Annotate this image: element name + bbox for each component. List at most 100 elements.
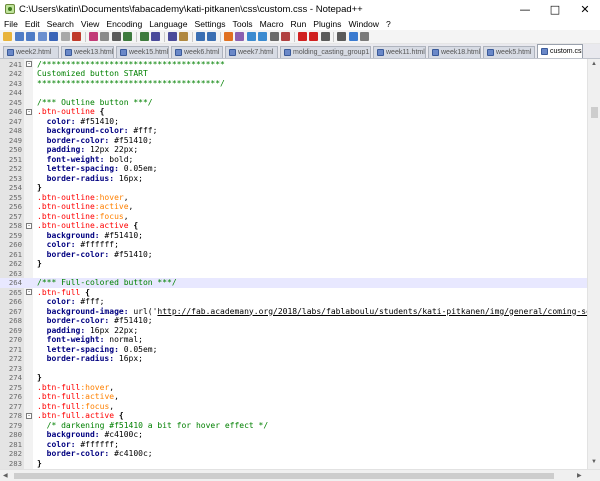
tab-week7-html[interactable]: week7.html [225,46,278,58]
code-line[interactable]: 256 .btn-outline:active, [0,202,587,212]
code-line[interactable]: 242 Customized button START [0,69,587,79]
code-line[interactable]: 265- .btn-full { [0,288,587,298]
code-line[interactable]: 258- .btn-outline.active { [0,221,587,231]
code-line[interactable]: 281 color: #ffffff; [0,440,587,450]
menu-settings[interactable]: Settings [191,19,229,29]
code-line[interactable]: 250 padding: 12px 22px; [0,145,587,155]
code-line[interactable]: 244 [0,88,587,98]
scroll-down-icon[interactable]: ▼ [591,459,597,465]
tab-week5-html[interactable]: week5.html [483,46,535,58]
code-line[interactable]: 245 /*** Outline button ***/ [0,98,587,108]
toolbar-button-icon[interactable] [223,32,233,41]
toolbar-button-icon[interactable] [14,32,24,41]
toolbar-button-icon[interactable] [100,32,109,41]
code-line[interactable]: 279 /* darkening #f51410 a bit for hover… [0,421,587,431]
toolbar-button-icon[interactable] [297,32,307,41]
fold-toggle-icon[interactable]: - [26,412,32,419]
toolbar-button-icon[interactable] [269,32,279,41]
code-line[interactable]: 261 border-color: #f51410; [0,250,587,260]
fold-toggle-icon[interactable]: - [26,222,32,229]
code-line[interactable]: 247 color: #f51410; [0,117,587,127]
code-line[interactable]: 277 .btn-full:focus, [0,402,587,412]
code-line[interactable]: 246- .btn-outline { [0,107,587,117]
code-line[interactable]: 278- .btn-full.active { [0,411,587,421]
fold-toggle-icon[interactable]: - [26,289,32,295]
toolbar-button-icon[interactable] [49,32,58,41]
toolbar-button-icon[interactable] [37,32,47,41]
code-line[interactable]: 267 background-image: url('http://fab.ac… [0,307,587,317]
code-line[interactable]: 280 background: #c4100c; [0,430,587,440]
menu-plugins[interactable]: Plugins [310,19,345,29]
toolbar-button-icon[interactable] [179,32,188,41]
code-line[interactable]: 249 border-color: #f51410; [0,136,587,146]
notepad-plus-plus-app-icon[interactable] [5,4,15,14]
toolbar-button-icon[interactable] [72,32,81,41]
menu-edit[interactable]: Edit [21,19,43,29]
scroll-up-icon[interactable]: ▲ [591,61,597,67]
toolbar-button-icon[interactable] [337,32,346,41]
fold-toggle-icon[interactable]: - [26,61,32,67]
vertical-scroll-thumb[interactable] [591,107,598,118]
horizontal-scroll-thumb[interactable] [14,473,554,479]
toolbar-button-icon[interactable] [281,32,290,41]
toolbar-button-icon[interactable] [88,32,98,41]
code-line[interactable]: 263 [0,269,587,279]
toolbar-button-icon[interactable] [60,32,70,41]
tab-week2-html[interactable]: week2.html [3,46,59,58]
minimize-button[interactable]: — [510,0,540,18]
toolbar-button-icon[interactable] [348,32,358,41]
code-line[interactable]: 268 border-color: #f51410; [0,316,587,326]
code-line[interactable]: 253 border-radius: 16px; [0,174,587,184]
toolbar-button-icon[interactable] [309,32,318,41]
menu-search[interactable]: Search [43,19,77,29]
code-line[interactable]: 254} [0,183,587,193]
code-line[interactable]: 255 .btn-outline:hover, [0,193,587,203]
tab-custom-css[interactable]: custom.css✖ [537,44,583,58]
code-line[interactable]: 276 .btn-full:active, [0,392,587,402]
menu-run[interactable]: Run [287,19,310,29]
menu-window[interactable]: Window [345,19,383,29]
code-line[interactable]: 283} [0,459,587,469]
code-line[interactable]: 248 background-color: #fff; [0,126,587,136]
toolbar-button-icon[interactable] [167,32,177,41]
menu-view[interactable]: View [77,19,102,29]
toolbar-button-icon[interactable] [246,32,256,41]
code-editor[interactable]: 241-/***********************************… [0,59,587,469]
maximize-button[interactable]: □ [540,0,570,18]
menu-macro[interactable]: Macro [256,19,287,29]
code-line[interactable]: 272 border-radius: 16px; [0,354,587,364]
code-line[interactable]: 241-/***********************************… [0,60,587,70]
code-line[interactable]: 264 /*** Full-colored button ***/ [0,278,587,288]
tab-week15-html[interactable]: week15.html [116,46,169,58]
toolbar-button-icon[interactable] [360,32,369,41]
code-line[interactable]: 282 border-color: #c4100c; [0,449,587,459]
menu-help[interactable]: ? [383,19,395,29]
toolbar-button-icon[interactable] [3,32,12,41]
tab-molding_casting_group1-html[interactable]: molding_casting_group1.html [280,46,371,58]
toolbar-button-icon[interactable] [123,32,132,41]
code-line[interactable]: 273 [0,364,587,374]
code-line[interactable]: 275 .btn-full:hover, [0,383,587,393]
code-line[interactable]: 274} [0,373,587,383]
scroll-right-icon[interactable]: ▶ [577,472,582,479]
toolbar-button-icon[interactable] [320,32,330,41]
close-button[interactable]: ✕ [570,0,600,18]
code-line[interactable]: 252 letter-spacing: 0.05em; [0,164,587,174]
menu-language[interactable]: Language [146,19,191,29]
toolbar-button-icon[interactable] [139,32,149,41]
menu-tools[interactable]: Tools [229,19,256,29]
toolbar-button-icon[interactable] [151,32,160,41]
tab-week13-html[interactable]: week13.html [61,46,114,58]
tab-week18-html[interactable]: week18.html [428,46,481,58]
vertical-scrollbar[interactable]: ▲ ▼ [587,59,600,469]
menu-file[interactable]: File [0,19,21,29]
code-line[interactable]: 262} [0,259,587,269]
code-line[interactable]: 251 font-weight: bold; [0,155,587,165]
toolbar-button-icon[interactable] [111,32,121,41]
toolbar-button-icon[interactable] [235,32,244,41]
toolbar-button-icon[interactable] [258,32,267,41]
code-line[interactable]: 271 letter-spacing: 0.05em; [0,345,587,355]
code-line[interactable]: 270 font-weight: normal; [0,335,587,345]
code-line[interactable]: 260 color: #ffffff; [0,240,587,250]
toolbar-button-icon[interactable] [207,32,216,41]
